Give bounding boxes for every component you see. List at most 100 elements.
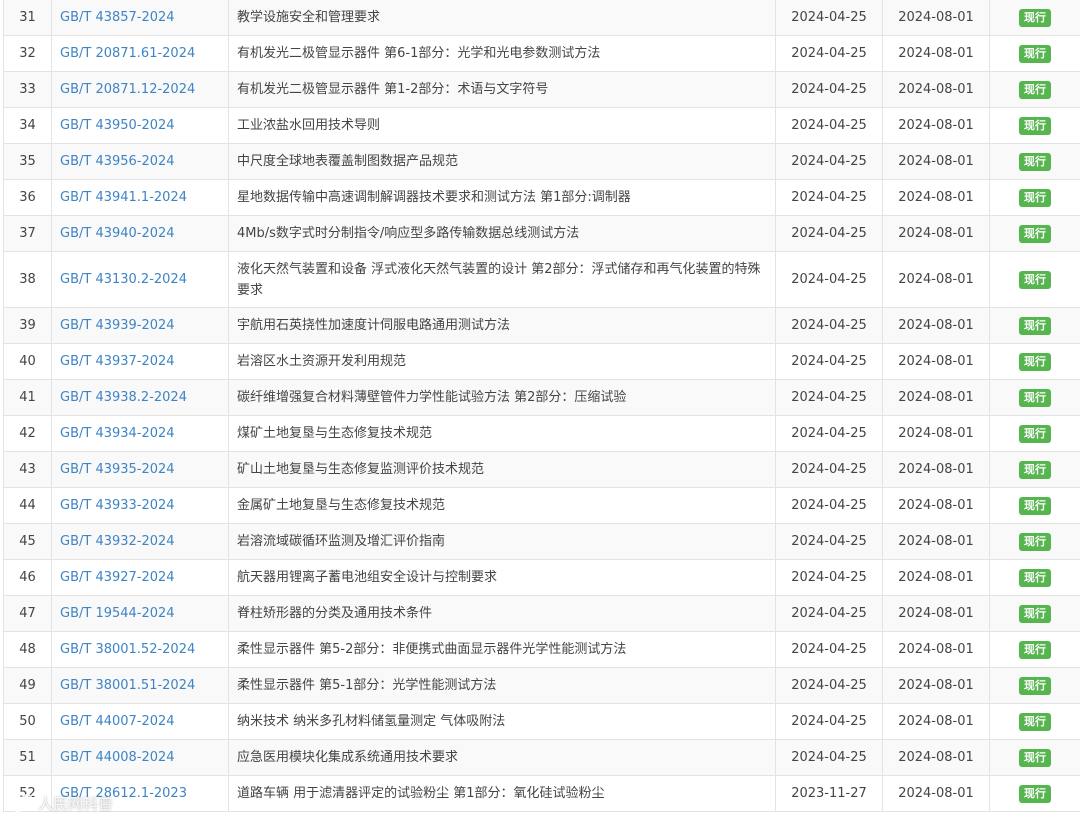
row-number: 48: [3, 631, 52, 668]
standard-name: 有机发光二极管显示器件 第1-2部分：术语与文字符号: [228, 71, 776, 108]
publish-date: 2024-04-25: [775, 35, 883, 72]
standard-code-link[interactable]: GB/T 43932-2024: [60, 534, 175, 549]
standard-code-link[interactable]: GB/T 43937-2024: [60, 354, 175, 369]
standard-code-cell: GB/T 38001.51-2024: [51, 667, 229, 704]
status-cell: 现行: [989, 415, 1080, 452]
implement-date: 2024-08-01: [882, 35, 990, 72]
standard-code-cell: GB/T 19544-2024: [51, 595, 229, 632]
standard-code-cell: GB/T 43956-2024: [51, 143, 229, 180]
status-cell: 现行: [989, 143, 1080, 180]
standard-code-link[interactable]: GB/T 43956-2024: [60, 154, 175, 169]
standard-code-link[interactable]: GB/T 43939-2024: [60, 318, 175, 333]
status-cell: 现行: [989, 215, 1080, 252]
table-row: 43 GB/T 43935-2024 矿山土地复垦与生态修复监测评价技术规范 2024…: [3, 451, 1080, 488]
standard-code-cell: GB/T 43934-2024: [51, 415, 229, 452]
row-number: 38: [3, 251, 52, 308]
standard-code-link[interactable]: GB/T 43941.1-2024: [60, 190, 187, 205]
standard-name: 柔性显示器件 第5-2部分：非便携式曲面显示器件光学性能测试方法: [228, 631, 776, 668]
status-badge: 现行: [1019, 748, 1051, 767]
standard-code-link[interactable]: GB/T 43938.2-2024: [60, 390, 187, 405]
standard-code-link[interactable]: GB/T 38001.52-2024: [60, 642, 195, 657]
standard-code-link[interactable]: GB/T 19544-2024: [60, 606, 175, 621]
status-cell: 现行: [989, 559, 1080, 596]
row-number: 47: [3, 595, 52, 632]
table-row: 50 GB/T 44007-2024 纳米技术 纳米多孔材料储氢量测定 气体吸附法 2…: [3, 703, 1080, 740]
watermark: 人民网科普: [8, 792, 113, 814]
standard-code-cell: GB/T 43941.1-2024: [51, 179, 229, 216]
table-row: 38 GB/T 43130.2-2024 液化天然气装置和设备 浮式液化天然气装置的…: [3, 251, 1080, 308]
status-badge: 现行: [1019, 388, 1051, 407]
standard-name: 纳米技术 纳米多孔材料储氢量测定 气体吸附法: [228, 703, 776, 740]
standard-name: 柔性显示器件 第5-1部分：光学性能测试方法: [228, 667, 776, 704]
status-cell: 现行: [989, 595, 1080, 632]
standard-name: 岩溶流域碳循环监测及增汇评价指南: [228, 523, 776, 560]
standard-code-cell: GB/T 43932-2024: [51, 523, 229, 560]
row-number: 45: [3, 523, 52, 560]
row-number: 31: [3, 0, 52, 36]
publish-date: 2024-04-25: [775, 415, 883, 452]
implement-date: 2024-08-01: [882, 487, 990, 524]
standard-code-link[interactable]: GB/T 43927-2024: [60, 570, 175, 585]
standard-code-cell: GB/T 20871.12-2024: [51, 71, 229, 108]
implement-date: 2024-08-01: [882, 523, 990, 560]
publish-date: 2024-04-25: [775, 379, 883, 416]
standard-code-cell: GB/T 43927-2024: [51, 559, 229, 596]
standard-code-link[interactable]: GB/T 44008-2024: [60, 750, 175, 765]
table-row: 39 GB/T 43939-2024 宇航用石英挠性加速度计伺服电路通用测试方法 20…: [3, 307, 1080, 344]
table-row: 52 GB/T 28612.1-2023 道路车辆 用于滤清器评定的试验粉尘 第1部…: [3, 775, 1080, 812]
publish-date: 2024-04-25: [775, 215, 883, 252]
publish-date: 2024-04-25: [775, 0, 883, 36]
standard-code-cell: GB/T 43938.2-2024: [51, 379, 229, 416]
status-badge: 现行: [1019, 784, 1051, 803]
standard-name: 液化天然气装置和设备 浮式液化天然气装置的设计 第2部分：浮式储存和再气化装置的…: [228, 251, 776, 308]
standard-code-cell: GB/T 43857-2024: [51, 0, 229, 36]
status-cell: 现行: [989, 343, 1080, 380]
standard-code-link[interactable]: GB/T 43933-2024: [60, 498, 175, 513]
standard-code-link[interactable]: GB/T 20871.61-2024: [60, 46, 195, 61]
table-row: 46 GB/T 43927-2024 航天器用锂离子蓄电池组安全设计与控制要求 202…: [3, 559, 1080, 596]
publish-date: 2024-04-25: [775, 595, 883, 632]
watermark-text: 人民网科普: [38, 794, 114, 813]
standard-code-cell: GB/T 43950-2024: [51, 107, 229, 144]
row-number: 42: [3, 415, 52, 452]
standard-code-link[interactable]: GB/T 43940-2024: [60, 226, 175, 241]
publish-date: 2024-04-25: [775, 307, 883, 344]
standard-name: 碳纤维增强复合材料薄壁管件力学性能试验方法 第2部分：压缩试验: [228, 379, 776, 416]
standard-code-link[interactable]: GB/T 43934-2024: [60, 426, 175, 441]
status-badge: 现行: [1019, 188, 1051, 207]
standard-name: 煤矿土地复垦与生态修复技术规范: [228, 415, 776, 452]
table-row: 37 GB/T 43940-2024 4Mb/s数字式时分制指令/响应型多路传输数据…: [3, 215, 1080, 252]
table-row: 47 GB/T 19544-2024 脊柱矫形器的分类及通用技术条件 2024-04-…: [3, 595, 1080, 632]
standard-code-link[interactable]: GB/T 43935-2024: [60, 462, 175, 477]
status-badge: 现行: [1019, 8, 1051, 27]
row-number: 39: [3, 307, 52, 344]
publish-date: 2024-04-25: [775, 71, 883, 108]
row-number: 43: [3, 451, 52, 488]
standards-table: 31 GB/T 43857-2024 教学设施安全和管理要求 2024-04-25 20…: [3, 0, 1080, 812]
status-cell: 现行: [989, 35, 1080, 72]
table-row: 41 GB/T 43938.2-2024 碳纤维增强复合材料薄壁管件力学性能试验方法…: [3, 379, 1080, 416]
standard-code-link[interactable]: GB/T 43950-2024: [60, 118, 175, 133]
status-cell: 现行: [989, 451, 1080, 488]
standard-code-link[interactable]: GB/T 43130.2-2024: [60, 272, 187, 287]
table-row: 45 GB/T 43932-2024 岩溶流域碳循环监测及增汇评价指南 2024-04…: [3, 523, 1080, 560]
implement-date: 2024-08-01: [882, 703, 990, 740]
standard-code-link[interactable]: GB/T 38001.51-2024: [60, 678, 195, 693]
row-number: 46: [3, 559, 52, 596]
publish-date: 2024-04-25: [775, 179, 883, 216]
publish-date: 2024-04-25: [775, 523, 883, 560]
standard-name: 矿山土地复垦与生态修复监测评价技术规范: [228, 451, 776, 488]
row-number: 36: [3, 179, 52, 216]
standard-code-cell: GB/T 43937-2024: [51, 343, 229, 380]
implement-date: 2024-08-01: [882, 107, 990, 144]
row-number: 34: [3, 107, 52, 144]
status-badge: 现行: [1019, 80, 1051, 99]
table-row: 36 GB/T 43941.1-2024 星地数据传输中高速调制解调器技术要求和测试…: [3, 179, 1080, 216]
standard-code-link[interactable]: GB/T 20871.12-2024: [60, 82, 195, 97]
standard-code-link[interactable]: GB/T 43857-2024: [60, 10, 175, 25]
standard-name: 星地数据传输中高速调制解调器技术要求和测试方法 第1部分:调制器: [228, 179, 776, 216]
implement-date: 2024-08-01: [882, 179, 990, 216]
standard-code-link[interactable]: GB/T 44007-2024: [60, 714, 175, 729]
standard-name: 应急医用模块化集成系统通用技术要求: [228, 739, 776, 776]
table-row: 40 GB/T 43937-2024 岩溶区水土资源开发利用规范 2024-04-25…: [3, 343, 1080, 380]
